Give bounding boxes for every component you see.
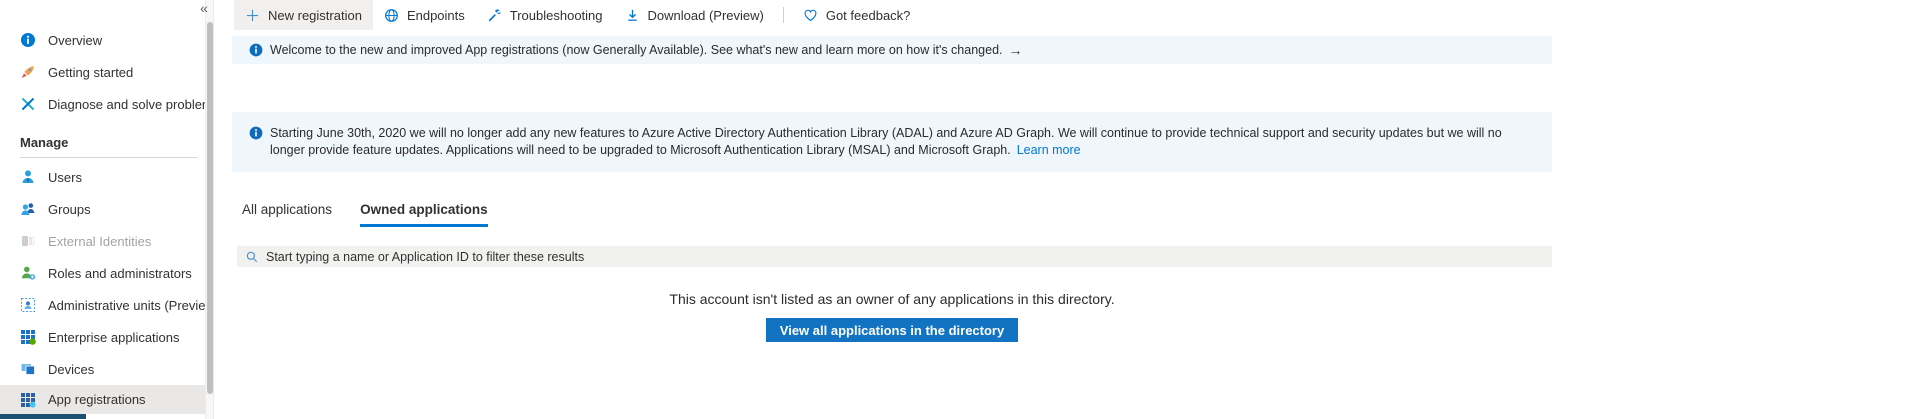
plus-icon [245,8,260,23]
sidebar-item-groups[interactable]: Groups [0,193,205,225]
application-tabs: All applications Owned applications [242,202,488,227]
sidebar-item-label: Administrative units (Preview) [48,298,219,313]
users-group-icon [20,201,36,217]
sidebar-item-label: Enterprise applications [48,330,180,345]
download-preview-button[interactable]: Download (Preview) [614,0,775,30]
sidebar-item-label: Devices [48,362,94,377]
collapse-sidebar-icon[interactable]: « [196,0,212,16]
app-registrations-icon [20,392,36,408]
sidebar-item-devices[interactable]: Devices [0,353,205,385]
rocket-icon [20,64,36,80]
tab-owned-applications[interactable]: Owned applications [360,202,488,227]
user-icon [20,169,36,185]
filter-searchbox[interactable] [237,246,1552,267]
sidebar-item-getting-started[interactable]: Getting started [0,56,205,88]
sidebar-item-external-identities[interactable]: External Identities [0,225,205,257]
sidebar-scrollbar[interactable] [205,0,214,419]
sidebar-item-overview[interactable]: Overview [0,24,205,56]
main-content: New registration Endpoints Troubleshooti… [214,0,1918,419]
devices-icon [20,361,36,377]
got-feedback-button[interactable]: Got feedback? [792,0,922,30]
app-registrations-page: Overview Getting started Diagnose and so… [0,0,1918,419]
globe-icon [384,8,399,23]
learn-more-link[interactable]: Learn more [1017,143,1081,157]
new-registration-label: New registration [268,8,362,23]
tab-all-applications[interactable]: All applications [242,202,332,227]
sidebar-item-label: App registrations [48,392,146,407]
sidebar-item-label: Groups [48,202,91,217]
deprecation-banner: Starting June 30th, 2020 we will no long… [232,112,1552,172]
sidebar-partial-item [0,414,86,419]
wrench-icon [487,8,502,23]
arrow-right-icon[interactable]: → [1009,42,1023,59]
endpoints-button[interactable]: Endpoints [373,0,476,30]
sidebar-item-users[interactable]: Users [0,161,205,193]
command-bar: New registration Endpoints Troubleshooti… [214,0,1918,30]
sidebar-item-diagnose[interactable]: Diagnose and solve problems [0,88,205,120]
tools-icon [20,96,36,112]
sidebar-section-manage: Manage [20,135,68,150]
sidebar-item-label: Users [48,170,82,185]
enterprise-apps-icon [20,329,36,345]
sidebar-item-label: External Identities [48,234,151,249]
troubleshooting-button[interactable]: Troubleshooting [476,0,614,30]
deprecation-text: Starting June 30th, 2020 we will no long… [270,126,1502,157]
welcome-banner: Welcome to the new and improved App regi… [232,36,1552,64]
empty-state: This account isn't listed as an owner of… [232,291,1552,342]
got-feedback-label: Got feedback? [826,8,911,23]
admin-units-icon [20,297,36,313]
new-registration-button[interactable]: New registration [234,0,373,30]
info-banner-icon [249,43,263,57]
roles-icon [20,265,36,281]
endpoints-label: Endpoints [407,8,465,23]
sidebar-item-enterprise-applications[interactable]: Enterprise applications [0,321,205,353]
download-icon [625,8,640,23]
info-banner-icon [249,126,263,140]
download-preview-label: Download (Preview) [648,8,764,23]
heart-icon [803,8,818,23]
sidebar-item-label: Getting started [48,65,133,80]
view-all-applications-button[interactable]: View all applications in the directory [766,318,1018,342]
sidebar-item-label: Overview [48,33,102,48]
search-icon [245,250,259,264]
empty-state-message: This account isn't listed as an owner of… [232,291,1552,307]
sidebar-item-roles[interactable]: Roles and administrators [0,257,205,289]
sidebar-divider [20,157,197,158]
info-icon [20,32,36,48]
sidebar-item-label: Diagnose and solve problems [48,97,219,112]
sidebar: Overview Getting started Diagnose and so… [0,0,205,419]
filter-input[interactable] [266,250,1552,264]
toolbar-divider [783,7,784,23]
scrollbar-thumb[interactable] [207,22,213,394]
sidebar-item-app-registrations[interactable]: App registrations [0,385,205,414]
external-identities-icon [20,233,36,249]
sidebar-item-administrative-units[interactable]: Administrative units (Preview) [0,289,205,321]
sidebar-item-label: Roles and administrators [48,266,192,281]
deprecation-banner-text: Starting June 30th, 2020 we will no long… [270,125,1510,159]
troubleshooting-label: Troubleshooting [510,8,603,23]
welcome-banner-text: Welcome to the new and improved App regi… [270,42,1003,59]
